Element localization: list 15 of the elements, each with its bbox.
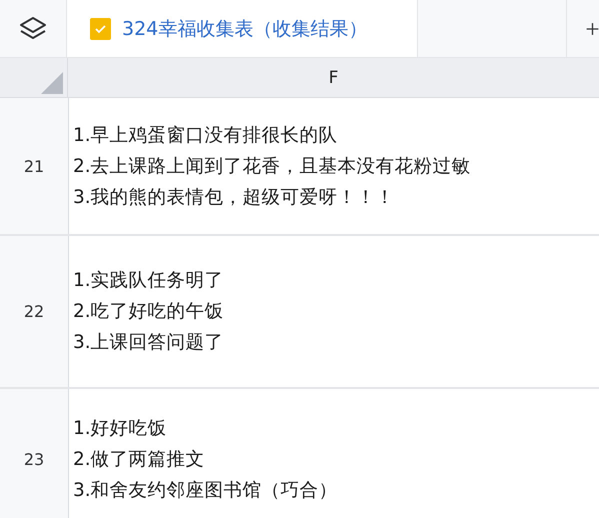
cell-text: 2.吃了好吃的午饭: [73, 300, 225, 324]
sheet-tab[interactable]: 324幸福收集表（收集结果）: [67, 0, 418, 57]
cell-text: 1.好好吃饭: [73, 416, 168, 440]
cell-text: 3.和舍友约邻座图书馆（巧合）: [73, 478, 339, 502]
select-all-icon[interactable]: [41, 72, 63, 94]
cell-text: 1.实践队任务明了: [73, 269, 225, 293]
row-number[interactable]: 22: [0, 236, 69, 387]
cell-text: 1.早上鸡蛋窗口没有排很长的队: [73, 124, 339, 148]
cell-text: 3.上课回答问题了: [73, 331, 225, 355]
row-number[interactable]: 23: [0, 389, 69, 518]
cell-text: 2.去上课路上闻到了花香，且基本没有花粉过敏: [73, 154, 472, 178]
cell-text: 2.做了两篇推文: [73, 448, 206, 472]
sheet-icon: [90, 18, 111, 40]
cell-text: 3.我的熊的表情包，超级可爱呀！！！: [73, 186, 396, 210]
row-number[interactable]: 21: [0, 98, 69, 234]
